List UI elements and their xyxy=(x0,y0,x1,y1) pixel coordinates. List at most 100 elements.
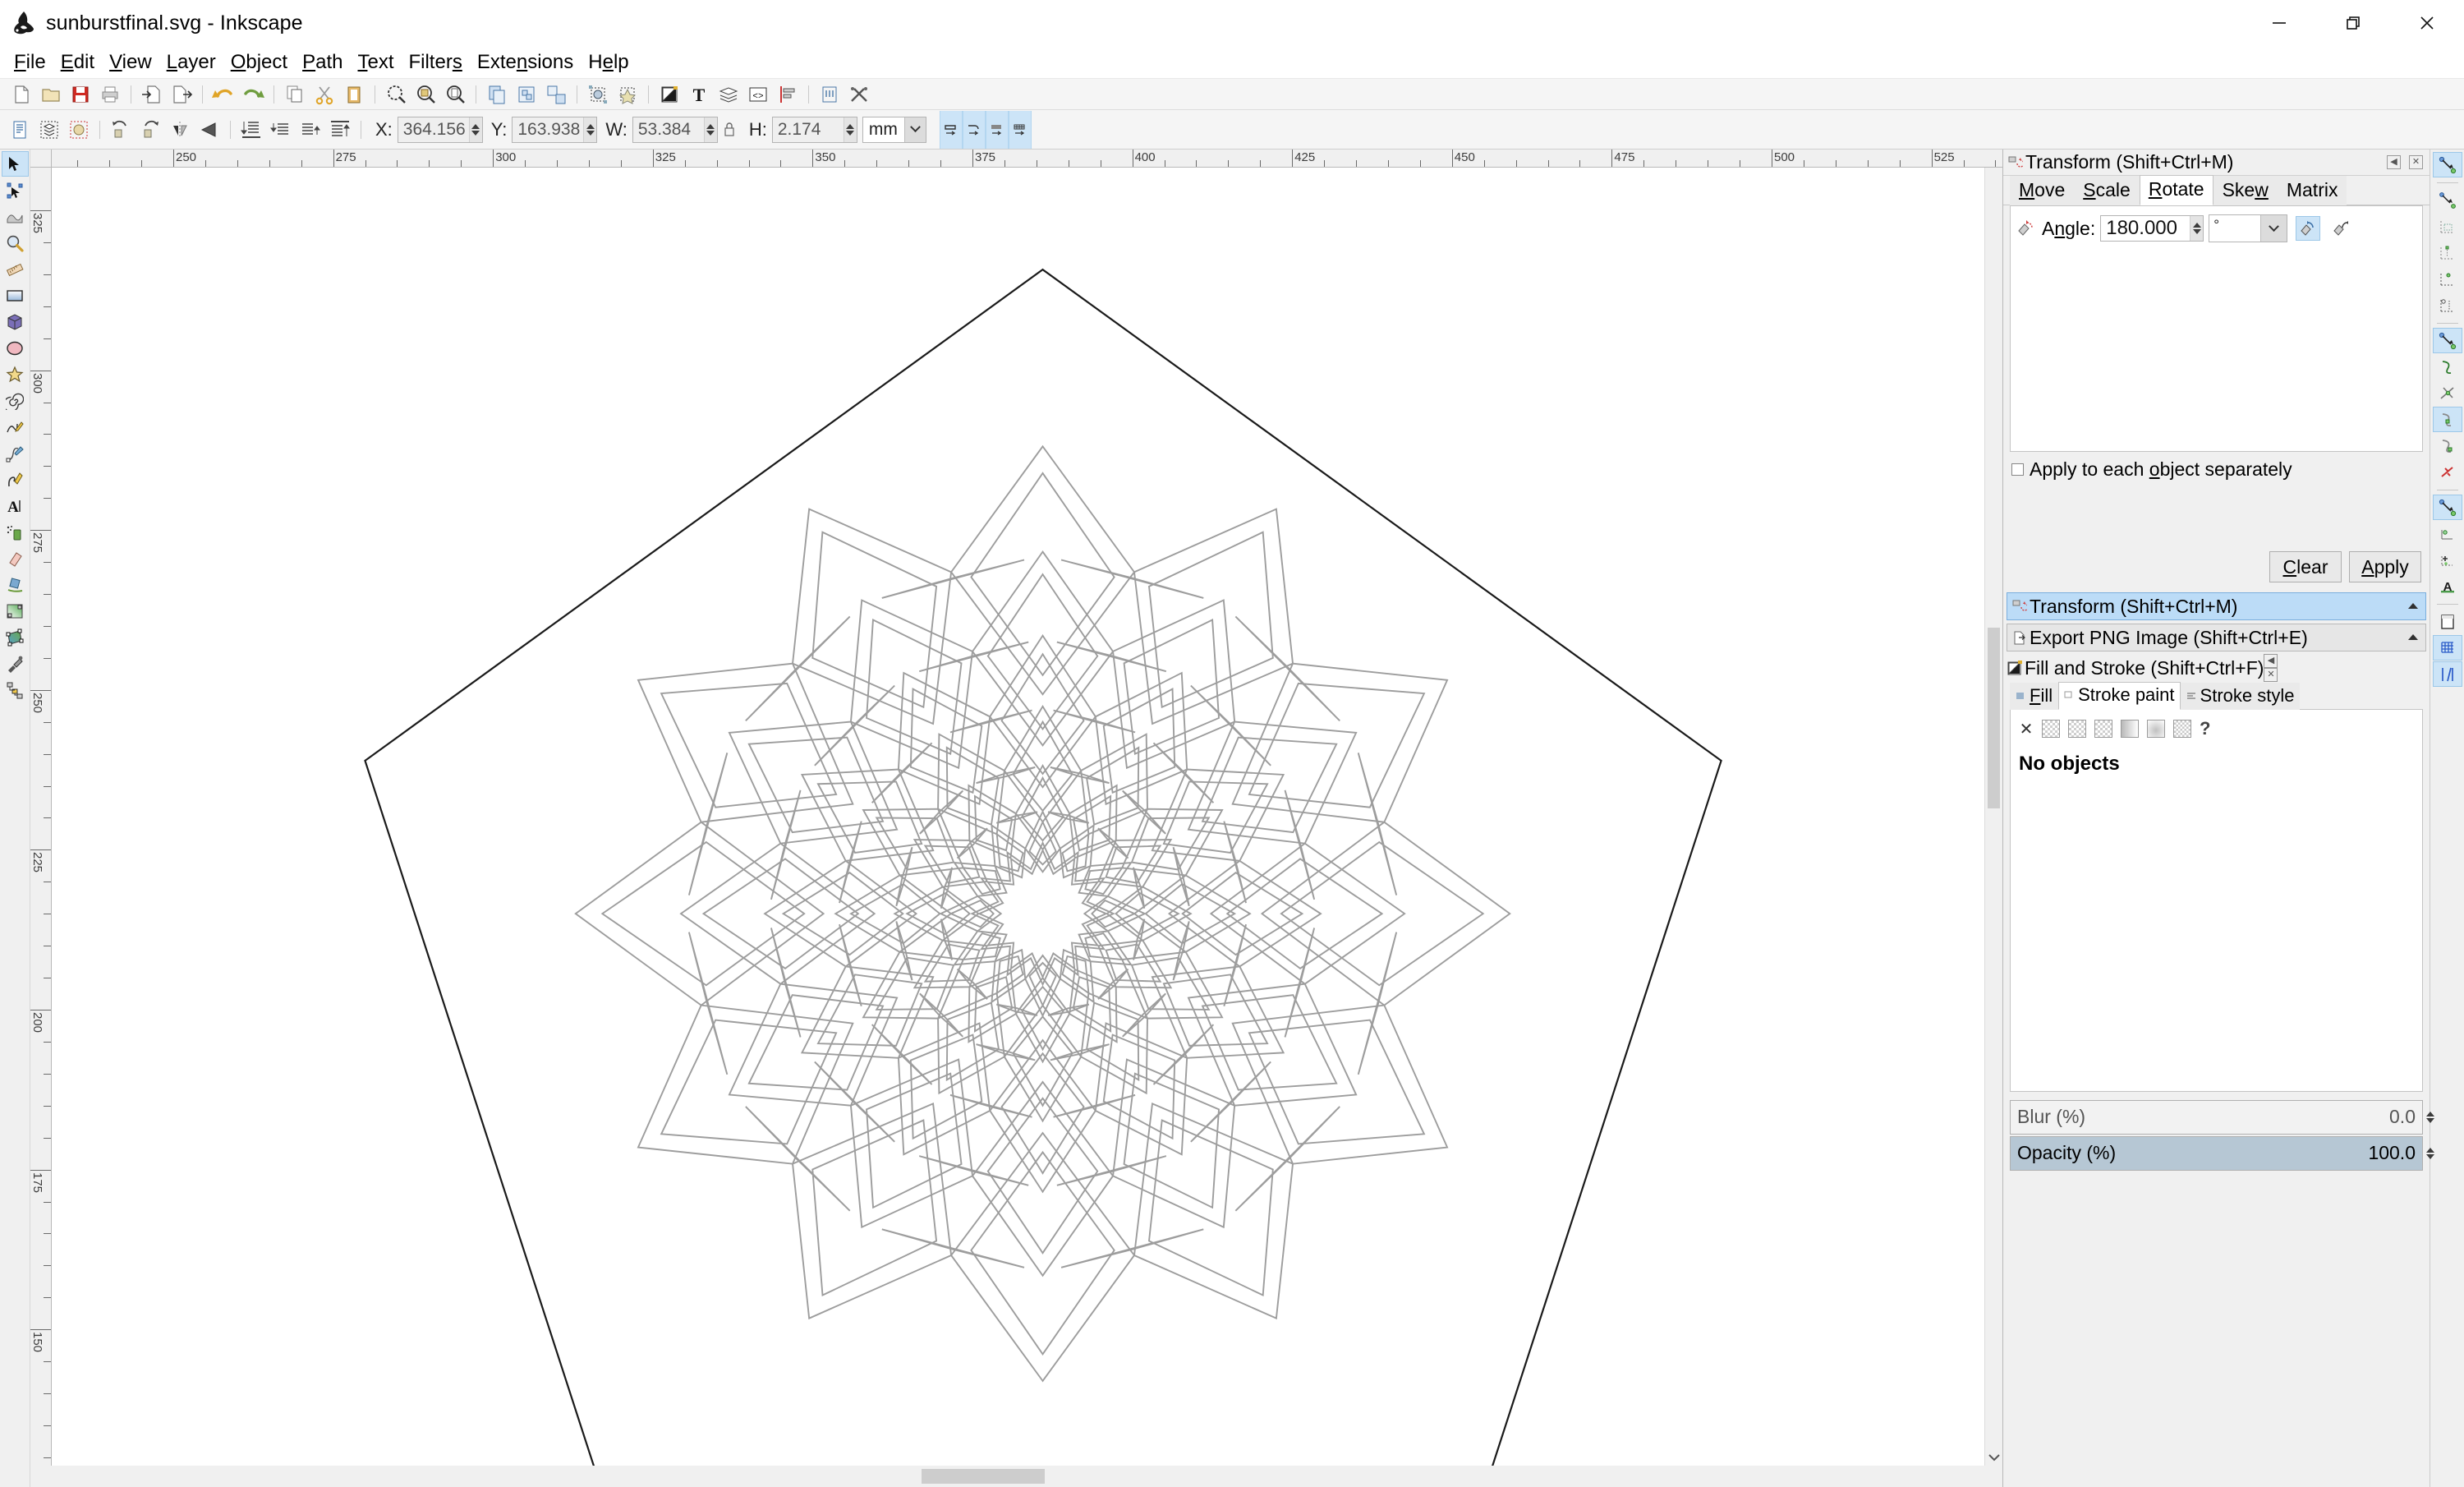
deselect-icon[interactable] xyxy=(68,119,90,140)
xml-object-properties-icon[interactable] xyxy=(586,83,609,106)
x-field-stepper[interactable] xyxy=(468,117,482,142)
spray-can-tool[interactable] xyxy=(2,519,29,545)
apply-each-object-checkbox[interactable] xyxy=(2011,463,2024,476)
unknown-paint-swatch-icon[interactable] xyxy=(2173,720,2191,738)
affect-stroke-width-icon[interactable] xyxy=(939,110,963,149)
eraser-tool[interactable] xyxy=(2,546,29,571)
measure-tool[interactable] xyxy=(2,256,29,282)
menu-text[interactable]: Text xyxy=(350,49,401,76)
undo-icon[interactable] xyxy=(212,83,235,106)
vertical-ruler[interactable]: 325300275250225200175150125 xyxy=(30,168,52,1466)
redo-icon[interactable] xyxy=(241,83,264,106)
lower-icon[interactable] xyxy=(270,119,292,140)
rotate-ccw-90-icon[interactable] xyxy=(110,119,131,140)
w-field[interactable] xyxy=(632,116,718,143)
y-field-stepper[interactable] xyxy=(583,117,597,142)
apply-button[interactable]: Apply xyxy=(2349,551,2421,582)
affect-patterns-icon[interactable] xyxy=(1008,110,1032,149)
rotate-clockwise-button[interactable] xyxy=(2328,216,2353,241)
restore-button[interactable] xyxy=(2316,0,2390,46)
paint-bucket-tool[interactable] xyxy=(2,572,29,597)
box3d-tool[interactable] xyxy=(2,309,29,334)
h-field[interactable] xyxy=(771,116,857,143)
selector-tool[interactable] xyxy=(1,151,29,177)
tab-rotate[interactable]: Rotate xyxy=(2139,175,2213,205)
snap-path-button[interactable] xyxy=(2433,354,2462,380)
node-tool[interactable] xyxy=(2,177,29,203)
duplicate-icon[interactable] xyxy=(485,83,508,106)
rotate-counterclockwise-button[interactable] xyxy=(2296,216,2321,241)
ungroup-icon[interactable] xyxy=(545,83,568,106)
gradient-tool[interactable] xyxy=(2,598,29,624)
flat-color-icon[interactable] xyxy=(2042,720,2060,738)
menu-edit[interactable]: Edit xyxy=(53,49,102,76)
affect-rounded-corners-icon[interactable] xyxy=(962,110,986,149)
select-all-layers-icon[interactable] xyxy=(39,119,60,140)
h-field-stepper[interactable] xyxy=(843,117,857,142)
radial-gradient-icon[interactable] xyxy=(2094,720,2112,738)
blur-stepper[interactable] xyxy=(2424,1101,2437,1134)
swatch-icon[interactable] xyxy=(2147,720,2165,738)
snap-smooth-node-button[interactable] xyxy=(2433,433,2462,458)
drawing-canvas[interactable] xyxy=(52,168,1984,1466)
snap-bbox-corner-button[interactable] xyxy=(2433,240,2462,265)
angle-input[interactable] xyxy=(2101,216,2190,241)
spiral-tool[interactable] xyxy=(2,388,29,413)
panel-collapse-icon[interactable]: ◀ xyxy=(2264,654,2278,668)
affect-gradients-icon[interactable] xyxy=(985,110,1009,149)
clear-button[interactable]: Clear xyxy=(2269,551,2342,582)
pattern-icon[interactable] xyxy=(2121,720,2139,738)
tab-scale[interactable]: Scale xyxy=(2074,176,2140,205)
enable-snapping-button[interactable] xyxy=(2432,152,2462,177)
new-document-icon[interactable] xyxy=(10,83,33,106)
snap-bbox-edge-midpoint-button[interactable] xyxy=(2433,266,2462,292)
menu-view[interactable]: View xyxy=(102,49,159,76)
tab-fill[interactable]: Fill xyxy=(2010,683,2059,710)
menu-filters[interactable]: Filters xyxy=(401,49,469,76)
text-tool-icon[interactable]: T xyxy=(687,83,710,106)
unknown-paint-icon[interactable]: ? xyxy=(2200,718,2210,739)
tweak-tool[interactable] xyxy=(2,204,29,229)
snap-bbox-edge-button[interactable] xyxy=(2433,214,2462,239)
tab-stroke-paint[interactable]: Stroke paint xyxy=(2058,682,2181,710)
canvas-vertical-scrollbar[interactable] xyxy=(1984,168,2002,1466)
calligraphy-pen-tool[interactable] xyxy=(2,467,29,492)
menu-layer[interactable]: Layer xyxy=(159,49,223,76)
snap-cusp-node-button[interactable] xyxy=(2432,407,2462,432)
angle-field[interactable] xyxy=(2100,215,2204,242)
import-icon[interactable] xyxy=(140,83,163,106)
y-field-input[interactable] xyxy=(513,117,584,142)
snap-nodes-paths-button[interactable] xyxy=(2432,328,2462,353)
lock-ratio-icon[interactable] xyxy=(723,121,736,139)
opacity-row[interactable]: Opacity (%) 100.0 xyxy=(2010,1135,2434,1171)
select-all-icon[interactable] xyxy=(9,119,30,140)
flip-vertical-icon[interactable] xyxy=(199,119,220,140)
panel-close-icon[interactable]: ✕ xyxy=(2409,155,2423,169)
snap-guides-button[interactable] xyxy=(2432,661,2462,687)
panel-collapse-icon[interactable]: ◀ xyxy=(2387,155,2401,169)
close-button[interactable] xyxy=(2390,0,2464,46)
document-properties-icon[interactable] xyxy=(848,83,871,106)
collapse-caret-icon[interactable] xyxy=(2408,603,2418,609)
menu-extensions[interactable]: Extensions xyxy=(470,49,581,76)
canvas-horizontal-scrollbar[interactable] xyxy=(30,1466,2002,1487)
snap-line-midpoint-button[interactable] xyxy=(2433,459,2462,485)
object-properties-icon[interactable] xyxy=(616,83,639,106)
tab-matrix[interactable]: Matrix xyxy=(2277,176,2347,205)
panel-close-icon[interactable]: ✕ xyxy=(2264,668,2278,682)
snap-rotation-center-button[interactable] xyxy=(2433,547,2462,573)
zoom-drawing-icon[interactable] xyxy=(414,83,437,106)
align-distribute-icon[interactable] xyxy=(776,83,799,106)
h-field-input[interactable] xyxy=(772,117,844,142)
w-field-stepper[interactable] xyxy=(703,117,717,142)
snap-grid-button[interactable] xyxy=(2432,635,2462,661)
vertical-scroll-thumb[interactable] xyxy=(1988,628,2000,808)
angle-stepper[interactable] xyxy=(2190,216,2204,241)
menu-help[interactable]: Help xyxy=(581,49,636,76)
linear-gradient-icon[interactable] xyxy=(2068,720,2086,738)
text-tool[interactable]: A xyxy=(2,493,29,518)
xml-editor-icon[interactable]: <> xyxy=(747,83,770,106)
zoom-selection-icon[interactable] xyxy=(384,83,407,106)
chevron-down-icon[interactable] xyxy=(2260,215,2287,242)
blur-row[interactable]: Blur (%) 0.0 xyxy=(2010,1099,2434,1135)
